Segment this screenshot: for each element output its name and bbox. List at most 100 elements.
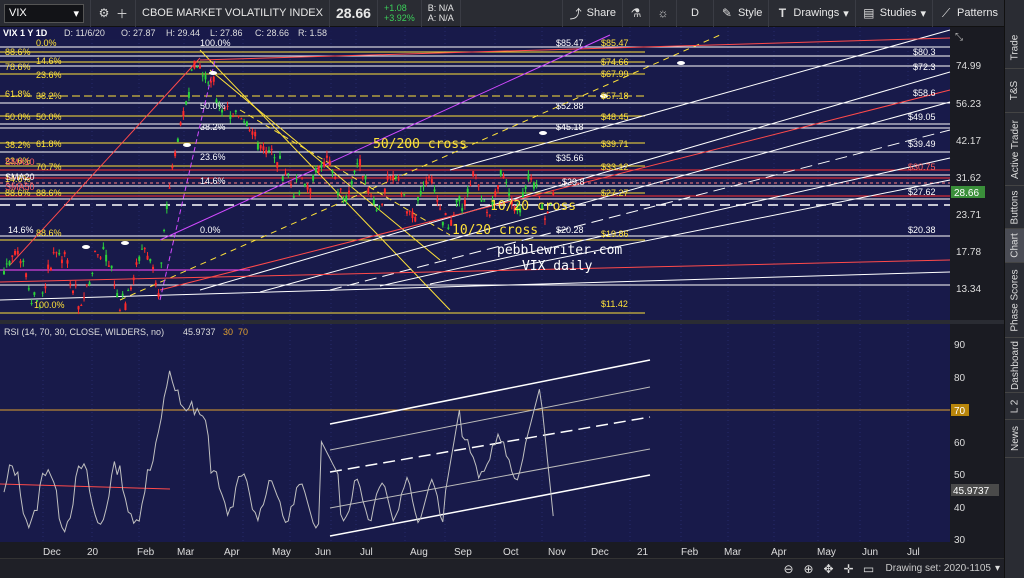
move-icon[interactable]: ✥ <box>822 562 836 576</box>
right-tab-label: Dashboard <box>1009 340 1021 390</box>
share-icon: ⤴ <box>569 6 582 21</box>
patterns-button[interactable]: ⟋ Patterns <box>933 0 1004 27</box>
rsi-axis-tick: 50 <box>954 470 966 481</box>
rsi-axis-tick: 60 <box>954 438 966 449</box>
svg-text:SMA50: SMA50 <box>5 182 35 192</box>
bid: B: N/A <box>427 3 454 13</box>
svg-text:88.6%: 88.6% <box>36 228 62 238</box>
collapse-icon[interactable]: ⤡ <box>955 32 963 43</box>
svg-text:$20.38: $20.38 <box>908 225 936 235</box>
zoom-in-icon[interactable]: ⊕ <box>802 562 816 576</box>
svg-text:0.0%: 0.0% <box>36 38 57 48</box>
interval-button[interactable]: D <box>677 0 714 27</box>
crosshair-icon[interactable]: ✛ <box>842 562 856 576</box>
style-button[interactable]: ✎ Style <box>714 0 770 27</box>
right-tab-news[interactable]: News <box>1005 420 1024 458</box>
zoom-out-icon[interactable]: ⊖ <box>782 562 796 576</box>
time-axis-tick: Jul <box>360 547 373 558</box>
time-axis-tick: Nov <box>548 547 566 558</box>
text-tool-icon: T <box>778 6 787 20</box>
svg-text:$39.71: $39.71 <box>601 139 629 149</box>
svg-text:14.6%: 14.6% <box>8 225 34 235</box>
right-sidebar-tabs: Trade T&S Active Trader Buttons Chart Phase S… <box>1004 0 1024 578</box>
svg-text:$72.3: $72.3 <box>913 62 936 72</box>
chart-caption: VIX daily <box>522 259 593 274</box>
svg-text:$85.47: $85.47 <box>556 38 584 48</box>
svg-text:14.6%: 14.6% <box>200 176 226 186</box>
svg-text:0.0%: 0.0% <box>200 225 221 235</box>
plus-icon[interactable]: ＋ <box>115 6 129 21</box>
top-toolbar: VIX ▾ ⚙ ＋ CBOE MARKET VOLATILITY INDEX 28… <box>0 0 1004 27</box>
time-axis-tick: Feb <box>681 547 699 558</box>
studies-label: Studies <box>879 7 917 19</box>
annotation-10-20-cross-1: 10/20 cross <box>490 199 576 214</box>
svg-text:$85.47: $85.47 <box>601 38 629 48</box>
style-label: Style <box>737 7 763 19</box>
rsi-pane[interactable] <box>0 324 950 542</box>
price-axis-tick: 13.34 <box>956 284 981 295</box>
time-axis-tick: 21 <box>637 547 649 558</box>
chevron-down-icon: ▾ <box>73 7 79 20</box>
ask: A: N/A <box>427 13 454 23</box>
svg-text:38.2%: 38.2% <box>200 122 226 132</box>
svg-text:$27.62: $27.62 <box>908 187 936 197</box>
right-tab-label: Trade <box>1009 34 1021 61</box>
rsi-value-marker-text: 45.9737 <box>953 486 990 497</box>
time-axis-tick: Apr <box>771 547 787 558</box>
svg-text:23.6%: 23.6% <box>200 152 226 162</box>
svg-text:88.6%: 88.6% <box>36 188 62 198</box>
svg-text:100.0%: 100.0% <box>200 38 231 48</box>
time-axis-tick: Dec <box>43 547 61 558</box>
fit-icon[interactable]: ▭ <box>862 562 876 576</box>
wrench-icon: ✎ <box>721 6 732 20</box>
header-close: C: 28.66 <box>255 28 289 38</box>
time-axis-tick: Sep <box>454 547 472 558</box>
gear-icon[interactable]: ⚙ <box>97 6 111 20</box>
time-axis-tick: Dec <box>591 547 609 558</box>
symbol-name: CBOE MARKET VOLATILITY INDEX <box>142 7 323 19</box>
right-tab-t-s[interactable]: T&S <box>1005 69 1024 113</box>
drawing-set-label[interactable]: Drawing set: 2020-1105 <box>886 563 991 574</box>
share-button[interactable]: ⤴ Share <box>561 0 623 27</box>
right-tab-l-2[interactable]: L 2 <box>1005 393 1024 420</box>
pane-splitter[interactable] <box>0 320 1004 324</box>
right-tab-dashboard[interactable]: Dashboard <box>1005 338 1024 393</box>
time-axis-tick: Mar <box>177 547 195 558</box>
svg-text:$29.8: $29.8 <box>562 177 585 187</box>
right-tab-active-trader[interactable]: Active Trader <box>1005 113 1024 186</box>
chart-symbol-header: VIX 1 Y 1D <box>3 28 48 38</box>
right-tab-phase-scores[interactable]: Phase Scores <box>1005 263 1024 338</box>
svg-text:$35.66: $35.66 <box>556 153 584 163</box>
time-axis-tick: Aug <box>410 547 428 558</box>
flask-button[interactable]: ⚗ <box>623 0 650 27</box>
candle <box>472 171 475 178</box>
svg-text:$27.27: $27.27 <box>601 188 629 198</box>
right-tab-chart[interactable]: Chart <box>1005 229 1024 263</box>
candle <box>281 175 284 182</box>
svg-text:$80.3: $80.3 <box>913 47 936 57</box>
studies-button[interactable]: ▤ Studies ▾ <box>856 0 934 27</box>
symbol-description: CBOE MARKET VOLATILITY INDEX <box>136 0 330 27</box>
price-axis-tick: 23.71 <box>956 210 981 221</box>
brightness-button[interactable]: ☼ <box>650 0 677 27</box>
time-axis-tick: Jun <box>862 547 878 558</box>
right-tab-label: L 2 <box>1009 399 1021 413</box>
right-tab-buttons[interactable]: Buttons <box>1005 186 1024 229</box>
rsi-axis-tick: 90 <box>954 340 966 351</box>
svg-text:61.8%: 61.8% <box>36 139 62 149</box>
right-tab-trade[interactable]: Trade <box>1005 27 1024 69</box>
chart-area[interactable]: 88.6% 78.6% 61.8% 50.0% 38.2% 23.6% 14.6… <box>0 27 1004 578</box>
change-box: +1.08 +3.92% <box>378 0 422 27</box>
drawings-button[interactable]: T Drawings ▾ <box>769 0 856 27</box>
svg-text:$57.18: $57.18 <box>601 91 629 101</box>
right-tab-label: Chart <box>1009 233 1021 258</box>
symbol-selector[interactable]: VIX ▾ <box>0 0 91 27</box>
svg-text:$48.45: $48.45 <box>601 112 629 122</box>
right-tab-label: T&S <box>1009 80 1021 101</box>
chevron-down-icon[interactable]: ▾ <box>995 563 1000 574</box>
svg-text:$74.66: $74.66 <box>601 57 629 67</box>
flask-icon: ⚗ <box>630 6 642 20</box>
drawings-label: Drawings <box>793 7 840 19</box>
candle <box>193 60 196 70</box>
svg-text:50.0%: 50.0% <box>5 112 31 122</box>
